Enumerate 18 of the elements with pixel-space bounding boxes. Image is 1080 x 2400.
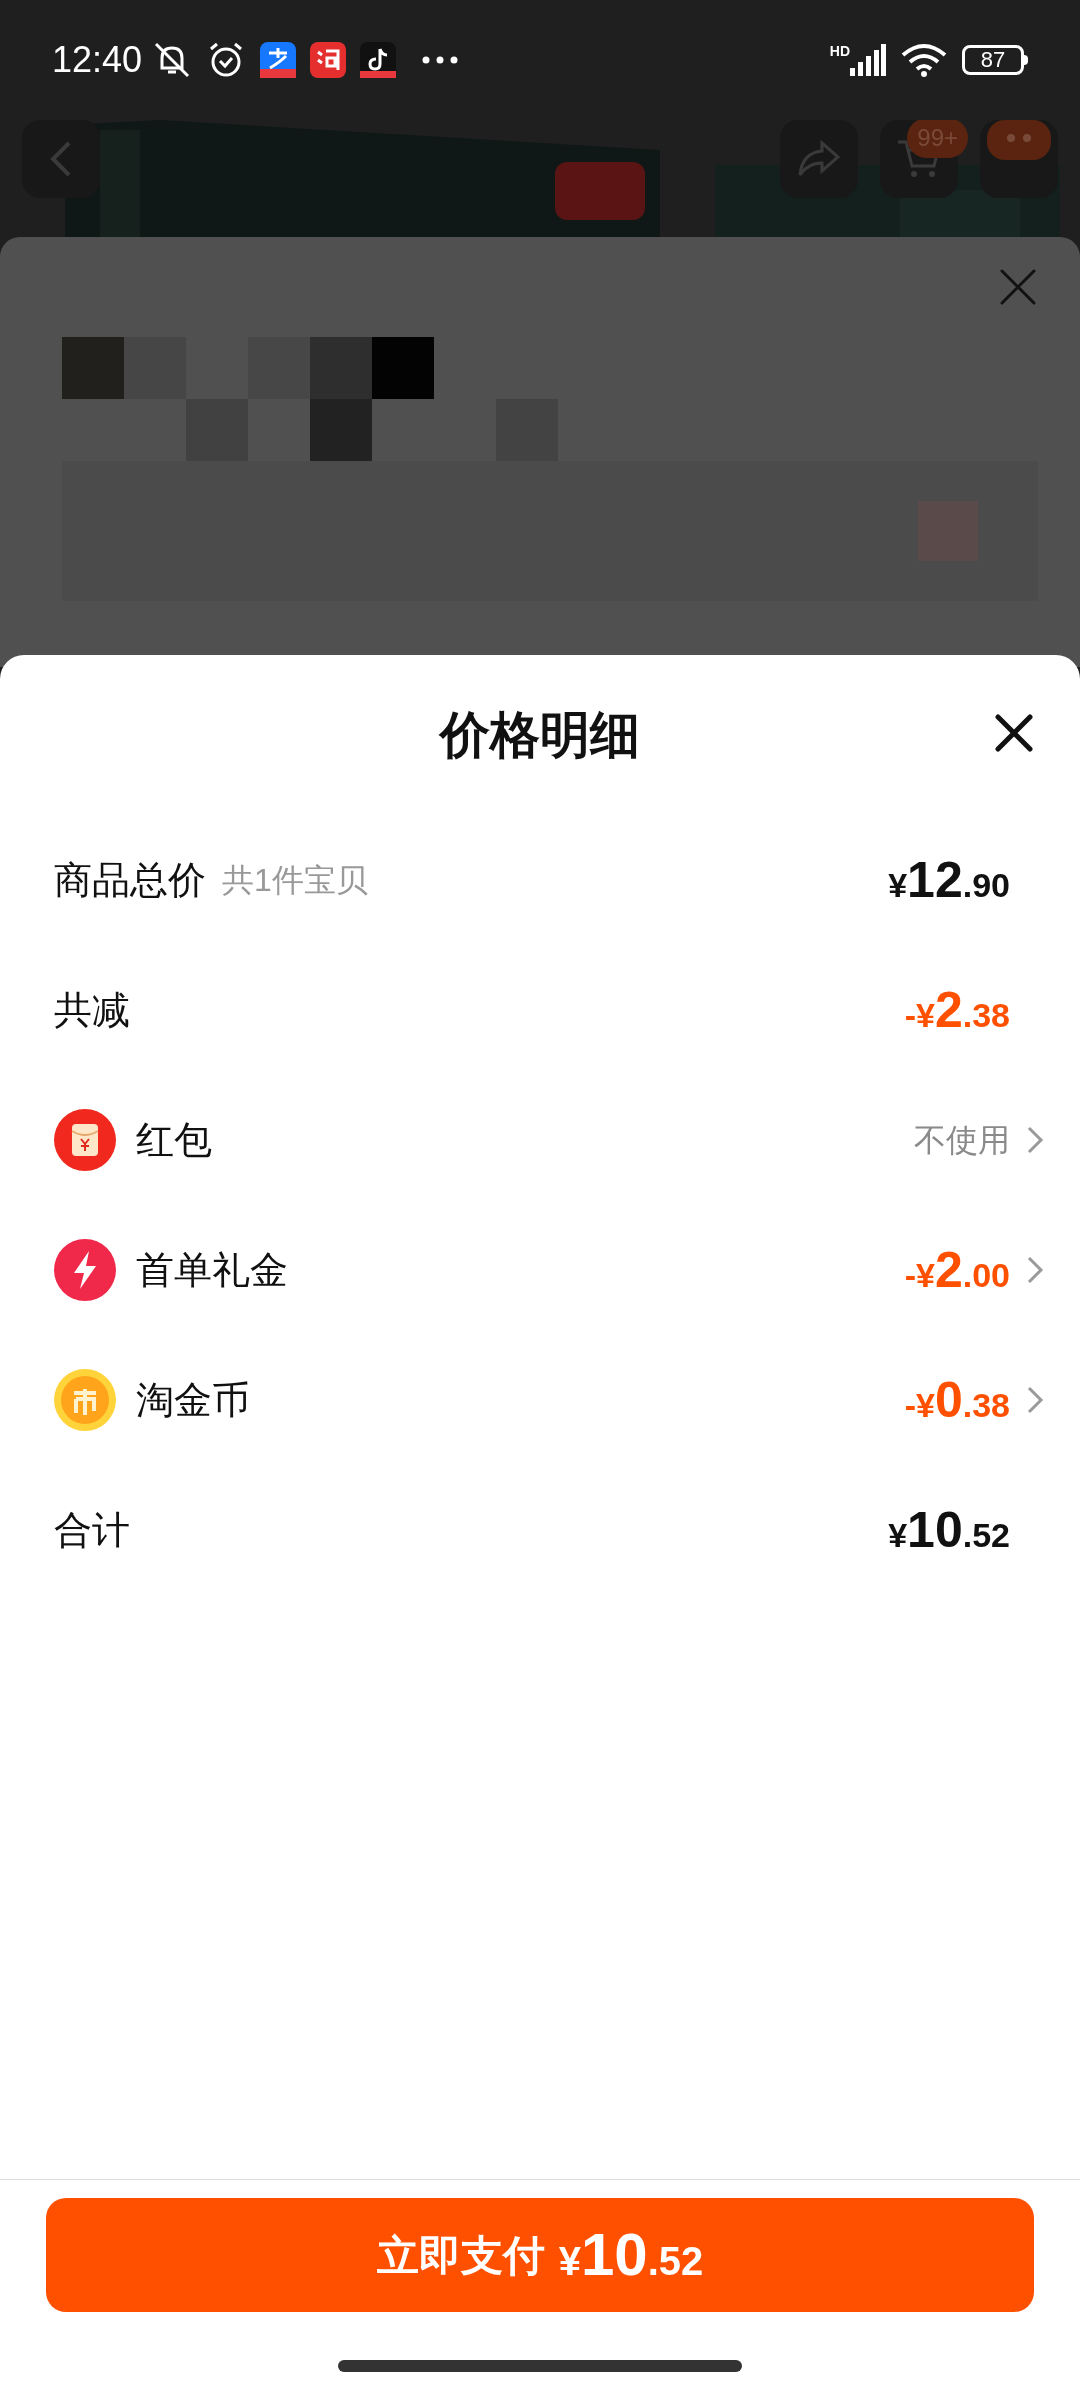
row-label: 商品总价	[54, 857, 206, 903]
status-text: 不使用	[914, 1121, 1010, 1160]
pay-button[interactable]: 立即支付 ¥10.52	[46, 2198, 1034, 2312]
row-label: 合计	[54, 1507, 130, 1553]
sheet-title: 价格明细	[440, 705, 640, 765]
price-text: -¥2.00	[904, 1245, 1010, 1295]
row-label: 共减	[54, 987, 130, 1033]
row-label: 淘金币	[136, 1377, 250, 1423]
row-label: 首单礼金	[136, 1247, 288, 1293]
price-text: -¥0.38	[904, 1375, 1010, 1425]
price-text: -¥2.38	[904, 985, 1010, 1035]
row-note: 共1件宝贝	[222, 861, 368, 900]
row-label: 红包	[136, 1117, 212, 1163]
battery-indicator: 87	[962, 45, 1028, 75]
price-text: ¥12.90	[888, 855, 1010, 905]
network-label: HD	[829, 44, 850, 58]
price-text: ¥10.52	[888, 1505, 1010, 1555]
status-time: 12:40	[52, 42, 143, 78]
